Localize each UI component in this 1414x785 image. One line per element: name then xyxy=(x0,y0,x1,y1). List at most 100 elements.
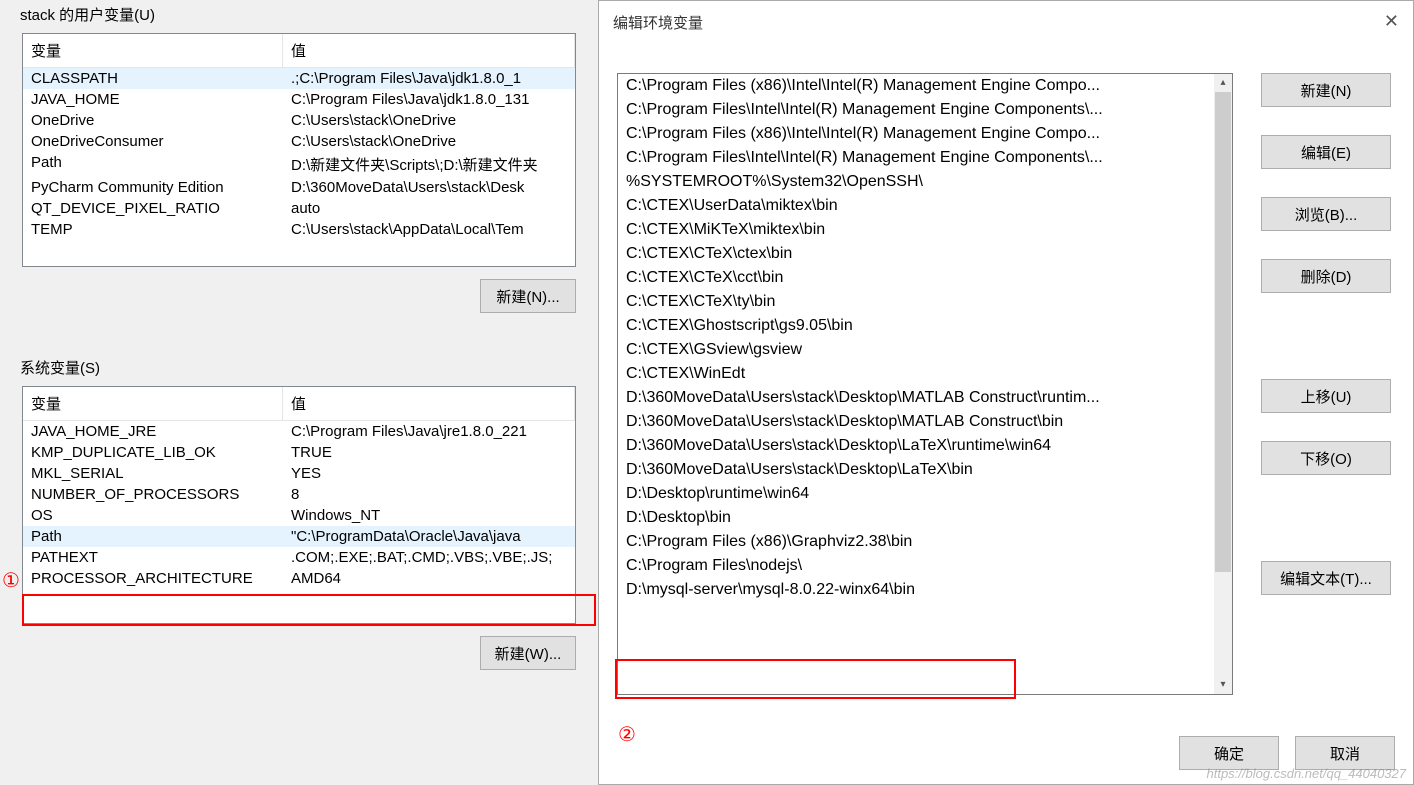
table-row[interactable]: JAVA_HOME_JREC:\Program Files\Java\jre1.… xyxy=(23,421,575,442)
var-value: C:\Users\stack\OneDrive xyxy=(283,131,575,152)
user-vars-table[interactable]: 变量 值 CLASSPATH.;C:\Program Files\Java\jd… xyxy=(22,33,576,267)
var-value: 8 xyxy=(283,484,575,505)
edit-button[interactable]: 编辑(E) xyxy=(1261,135,1391,169)
path-list-item[interactable]: C:\CTEX\MiKTeX\miktex\bin xyxy=(618,218,1216,242)
path-list-item[interactable]: D:\360MoveData\Users\stack\Desktop\MATLA… xyxy=(618,386,1216,410)
path-list-item[interactable]: C:\CTEX\WinEdt xyxy=(618,362,1216,386)
user-vars-section-title: stack 的用户变量(U) xyxy=(0,0,598,29)
table-row[interactable]: PROCESSOR_ARCHITECTUREAMD64 xyxy=(23,568,575,589)
var-name: Path xyxy=(23,152,283,177)
move-down-button[interactable]: 下移(O) xyxy=(1261,441,1391,475)
ok-button[interactable]: 确定 xyxy=(1179,736,1279,770)
table-row[interactable]: OneDriveConsumerC:\Users\stack\OneDrive xyxy=(23,131,575,152)
table-row[interactable]: OSWindows_NT xyxy=(23,505,575,526)
table-header: 变量 值 xyxy=(23,34,575,68)
path-list-item[interactable]: C:\Program Files (x86)\Graphviz2.38\bin xyxy=(618,530,1216,554)
scrollbar[interactable]: ▴ ▾ xyxy=(1214,74,1232,694)
new-system-var-button[interactable]: 新建(W)... xyxy=(480,636,576,670)
table-row[interactable]: Path"C:\ProgramData\Oracle\Java\java xyxy=(23,526,575,547)
path-list-item[interactable]: C:\CTEX\CTeX\ty\bin xyxy=(618,290,1216,314)
var-value: YES xyxy=(283,463,575,484)
var-name: PATHEXT xyxy=(23,547,283,568)
table-row[interactable]: TEMPC:\Users\stack\AppData\Local\Tem xyxy=(23,219,575,240)
table-row[interactable]: CLASSPATH.;C:\Program Files\Java\jdk1.8.… xyxy=(23,68,575,89)
col-variable[interactable]: 变量 xyxy=(23,34,283,67)
var-name: PROCESSOR_ARCHITECTURE xyxy=(23,568,283,589)
path-list-item[interactable]: C:\Program Files\Intel\Intel(R) Manageme… xyxy=(618,98,1216,122)
var-name: OS xyxy=(23,505,283,526)
table-row[interactable]: PathD:\新建文件夹\Scripts\;D:\新建文件夹 xyxy=(23,152,575,177)
path-list-box[interactable]: C:\Program Files (x86)\Intel\Intel(R) Ma… xyxy=(617,73,1233,695)
path-list-item[interactable]: D:\Desktop\runtime\win64 xyxy=(618,482,1216,506)
var-name: CLASSPATH xyxy=(23,68,283,89)
edit-text-button[interactable]: 编辑文本(T)... xyxy=(1261,561,1391,595)
scroll-up-icon[interactable]: ▴ xyxy=(1214,74,1232,92)
var-name: QT_DEVICE_PIXEL_RATIO xyxy=(23,198,283,219)
var-value: C:\Program Files\Java\jdk1.8.0_131 xyxy=(283,89,575,110)
col-value[interactable]: 值 xyxy=(283,387,575,420)
path-list-item[interactable]: C:\Program Files (x86)\Intel\Intel(R) Ma… xyxy=(618,74,1216,98)
var-value: C:\Users\stack\AppData\Local\Tem xyxy=(283,219,575,240)
browse-button[interactable]: 浏览(B)... xyxy=(1261,197,1391,231)
var-name: OneDrive xyxy=(23,110,283,131)
path-list-item[interactable]: D:\360MoveData\Users\stack\Desktop\LaTeX… xyxy=(618,458,1216,482)
delete-button[interactable]: 删除(D) xyxy=(1261,259,1391,293)
env-vars-background-window: stack 的用户变量(U) 变量 值 CLASSPATH.;C:\Progra… xyxy=(0,0,598,785)
var-value: "C:\ProgramData\Oracle\Java\java xyxy=(283,526,575,547)
annotation-number-2: ② xyxy=(618,722,636,747)
path-list-item[interactable]: C:\CTEX\GSview\gsview xyxy=(618,338,1216,362)
path-list-item[interactable]: C:\Program Files\Intel\Intel(R) Manageme… xyxy=(618,146,1216,170)
path-list-item[interactable]: C:\CTEX\UserData\miktex\bin xyxy=(618,194,1216,218)
system-vars-buttons: 新建(W)... xyxy=(0,624,598,682)
var-name: Path xyxy=(23,526,283,547)
dialog-title: 编辑环境变量 xyxy=(613,12,703,33)
system-vars-section-title: 系统变量(S) xyxy=(0,353,598,382)
var-value: auto xyxy=(283,198,575,219)
table-row[interactable]: MKL_SERIALYES xyxy=(23,463,575,484)
var-name: NUMBER_OF_PROCESSORS xyxy=(23,484,283,505)
scroll-down-icon[interactable]: ▾ xyxy=(1214,676,1232,694)
table-row[interactable]: QT_DEVICE_PIXEL_RATIOauto xyxy=(23,198,575,219)
table-row[interactable]: JAVA_HOMEC:\Program Files\Java\jdk1.8.0_… xyxy=(23,89,575,110)
dialog-footer: 确定 取消 xyxy=(1179,736,1395,770)
var-value: Windows_NT xyxy=(283,505,575,526)
var-name: KMP_DUPLICATE_LIB_OK xyxy=(23,442,283,463)
table-row[interactable]: OneDriveC:\Users\stack\OneDrive xyxy=(23,110,575,131)
path-list-item[interactable]: D:\Desktop\bin xyxy=(618,506,1216,530)
path-list-item[interactable]: C:\Program Files (x86)\Intel\Intel(R) Ma… xyxy=(618,122,1216,146)
new-button[interactable]: 新建(N) xyxy=(1261,73,1391,107)
table-row[interactable]: PATHEXT.COM;.EXE;.BAT;.CMD;.VBS;.VBE;.JS… xyxy=(23,547,575,568)
move-up-button[interactable]: 上移(U) xyxy=(1261,379,1391,413)
annotation-number-1: ① xyxy=(2,568,20,593)
var-value: AMD64 xyxy=(283,568,575,589)
path-list-item[interactable]: C:\Program Files\nodejs\ xyxy=(618,554,1216,578)
scroll-thumb[interactable] xyxy=(1215,92,1231,572)
table-row[interactable]: PyCharm Community EditionD:\360MoveData\… xyxy=(23,177,575,198)
var-name: MKL_SERIAL xyxy=(23,463,283,484)
path-list-item[interactable]: D:\360MoveData\Users\stack\Desktop\LaTeX… xyxy=(618,434,1216,458)
path-list-item[interactable]: C:\CTEX\CTeX\ctex\bin xyxy=(618,242,1216,266)
dialog-title-bar[interactable]: 编辑环境变量 ✕ xyxy=(599,1,1413,43)
col-variable[interactable]: 变量 xyxy=(23,387,283,420)
path-list-item[interactable]: C:\CTEX\Ghostscript\gs9.05\bin xyxy=(618,314,1216,338)
var-value: TRUE xyxy=(283,442,575,463)
var-name: JAVA_HOME_JRE xyxy=(23,421,283,442)
table-row[interactable]: NUMBER_OF_PROCESSORS8 xyxy=(23,484,575,505)
edit-env-var-dialog: 编辑环境变量 ✕ C:\Program Files (x86)\Intel\In… xyxy=(598,0,1414,785)
path-list-item[interactable]: C:\CTEX\CTeX\cct\bin xyxy=(618,266,1216,290)
cancel-button[interactable]: 取消 xyxy=(1295,736,1395,770)
var-value: C:\Users\stack\OneDrive xyxy=(283,110,575,131)
close-icon[interactable]: ✕ xyxy=(1384,11,1399,32)
system-vars-table[interactable]: 变量 值 JAVA_HOME_JREC:\Program Files\Java\… xyxy=(22,386,576,624)
path-list-item[interactable]: D:\mysql-server\mysql-8.0.22-winx64\bin xyxy=(618,578,1216,602)
var-name: OneDriveConsumer xyxy=(23,131,283,152)
var-value: .;C:\Program Files\Java\jdk1.8.0_1 xyxy=(283,68,575,89)
new-user-var-button[interactable]: 新建(N)... xyxy=(480,279,576,313)
table-row[interactable]: KMP_DUPLICATE_LIB_OKTRUE xyxy=(23,442,575,463)
path-list-item[interactable]: %SYSTEMROOT%\System32\OpenSSH\ xyxy=(618,170,1216,194)
var-name: TEMP xyxy=(23,219,283,240)
var-value: D:\360MoveData\Users\stack\Desk xyxy=(283,177,575,198)
var-name: PyCharm Community Edition xyxy=(23,177,283,198)
col-value[interactable]: 值 xyxy=(283,34,575,67)
path-list-item[interactable]: D:\360MoveData\Users\stack\Desktop\MATLA… xyxy=(618,410,1216,434)
